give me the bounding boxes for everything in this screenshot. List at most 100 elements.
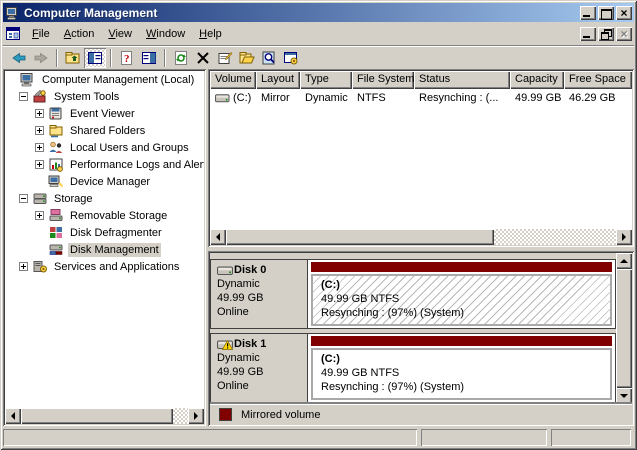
graphical-vertical-scrollbar[interactable] [616,253,632,404]
view-button[interactable] [258,48,280,68]
minimize-button[interactable] [580,5,596,20]
volume-size: 49.99 GB NTFS [321,367,400,379]
menu-view[interactable]: View [101,25,139,43]
console-child-icon[interactable] [6,26,21,41]
refresh-button[interactable] [170,48,192,68]
column-header-type[interactable]: Type [300,71,352,89]
magnifier-icon [261,50,277,66]
tree-item-device-manager[interactable]: Device Manager [5,173,204,190]
svg-text:?: ? [124,53,130,65]
volume-type: Dynamic [305,91,348,104]
tree-item-local-users-and-groups[interactable]: Local Users and Groups [5,139,204,156]
console-tree-panel: Computer Management (Local) System Tools… [3,69,206,426]
app-icon [6,6,20,20]
storage-icon [32,191,48,206]
back-button[interactable] [8,48,30,68]
column-header-capacity[interactable]: Capacity [510,71,564,89]
device-manager-icon [48,174,64,189]
computer-icon [20,72,36,87]
volume-size: 49.99 GB NTFS [321,293,400,305]
scroll-down-button[interactable] [616,388,632,404]
expand-expander[interactable] [35,211,44,220]
tree-item-computer-management[interactable]: Computer Management (Local) [5,71,204,88]
help-doc-button[interactable]: ? [116,48,138,68]
disk-0-volume[interactable]: (C:) 49.99 GB NTFS Resynching : (97%) (S… [308,260,615,328]
tree-item-removable-storage[interactable]: Removable Storage [5,207,204,224]
menu-window[interactable]: Window [139,25,192,43]
tree-horizontal-scrollbar[interactable] [5,408,204,424]
menu-file[interactable]: File [25,25,57,43]
menu-help[interactable]: Help [192,25,229,43]
disk-0-info[interactable]: Disk 0 Dynamic 49.99 GB Online [211,260,308,328]
tree-item-performance-logs[interactable]: Performance Logs and Alerts [5,156,204,173]
scrollbar-thumb[interactable] [616,269,632,388]
scrollbar-thumb[interactable] [21,408,173,424]
properties-button[interactable] [214,48,236,68]
scrollbar-thumb[interactable] [226,229,494,245]
volume-row[interactable]: (C:) Mirror Dynamic NTFS Resynching : (.… [210,89,632,106]
show-panel-button[interactable] [138,48,160,68]
tree-item-disk-defragmenter[interactable]: Disk Defragmenter [5,224,204,241]
maximize-button[interactable] [598,5,614,20]
computer-management-window: Computer Management × File Action View W… [0,0,637,450]
tree-item-shared-folders[interactable]: Shared Folders [5,122,204,139]
scrollbar-track[interactable] [226,229,616,245]
mirrored-volume-swatch [219,408,232,421]
volume-drive-icon [215,93,230,103]
scrollbar-track[interactable] [21,408,188,424]
collapse-expander[interactable] [19,92,28,101]
expand-expander[interactable] [35,160,44,169]
scroll-left-button[interactable] [210,229,226,245]
legend-bar: Mirrored volume [210,404,632,424]
toolbar-separator [56,48,58,67]
disk-1-type: Dynamic [217,352,260,364]
scroll-right-button[interactable] [616,229,632,245]
list-horizontal-scrollbar[interactable] [210,229,632,245]
tree-item-disk-management[interactable]: Disk Management [5,241,204,258]
volume-name: (C:) [233,91,252,104]
delete-icon [195,50,211,66]
properties-icon [217,50,233,66]
removable-storage-icon [48,208,64,223]
column-header-layout[interactable]: Layout [256,71,300,89]
close-button[interactable]: × [616,5,632,20]
expand-expander[interactable] [35,126,44,135]
delete-button[interactable] [192,48,214,68]
status-pane-main [3,429,417,446]
disk-1-row: Disk 1 Dynamic 49.99 GB Online (C:) 49.9… [210,333,616,403]
local-users-icon [48,140,64,155]
help-button[interactable] [280,48,302,68]
disk-1-volume-body[interactable]: (C:) 49.99 GB NTFS Resynching : (97%) (S… [311,348,612,400]
scroll-left-button[interactable] [5,408,21,424]
expand-expander[interactable] [35,143,44,152]
disk-1-info[interactable]: Disk 1 Dynamic 49.99 GB Online [211,334,308,402]
scroll-up-button[interactable] [616,253,632,269]
collapse-expander[interactable] [19,194,28,203]
open-folder-button[interactable] [236,48,258,68]
status-pane-tertiary [551,429,631,446]
scroll-right-button[interactable] [188,408,204,424]
event-viewer-icon [48,106,64,121]
column-header-free-space[interactable]: Free Space [564,71,632,89]
column-header-file-system[interactable]: File System [352,71,414,89]
performance-icon [48,157,64,172]
show-hide-tree-button[interactable] [84,47,106,68]
system-tools-icon [32,89,48,104]
menu-action[interactable]: Action [57,25,102,43]
child-restore-button[interactable] [598,26,614,41]
tree-item-system-tools[interactable]: System Tools [5,88,204,105]
expand-expander[interactable] [19,262,28,271]
column-header-status[interactable]: Status [414,71,510,89]
up-level-button[interactable] [62,48,84,68]
disk-1-volume[interactable]: (C:) 49.99 GB NTFS Resynching : (97%) (S… [308,334,615,402]
child-minimize-button[interactable] [580,26,596,41]
tree-item-event-viewer[interactable]: Event Viewer [5,105,204,122]
mirrored-volume-color-strip [311,262,612,272]
expand-expander[interactable] [35,109,44,118]
child-close-button: × [616,26,632,41]
tree-item-storage[interactable]: Storage [5,190,204,207]
disk-management-icon [48,242,64,257]
disk-0-volume-body[interactable]: (C:) 49.99 GB NTFS Resynching : (97%) (S… [311,274,612,326]
tree-item-services-and-applications[interactable]: Services and Applications [5,258,204,275]
column-header-volume[interactable]: Volume [210,71,256,89]
